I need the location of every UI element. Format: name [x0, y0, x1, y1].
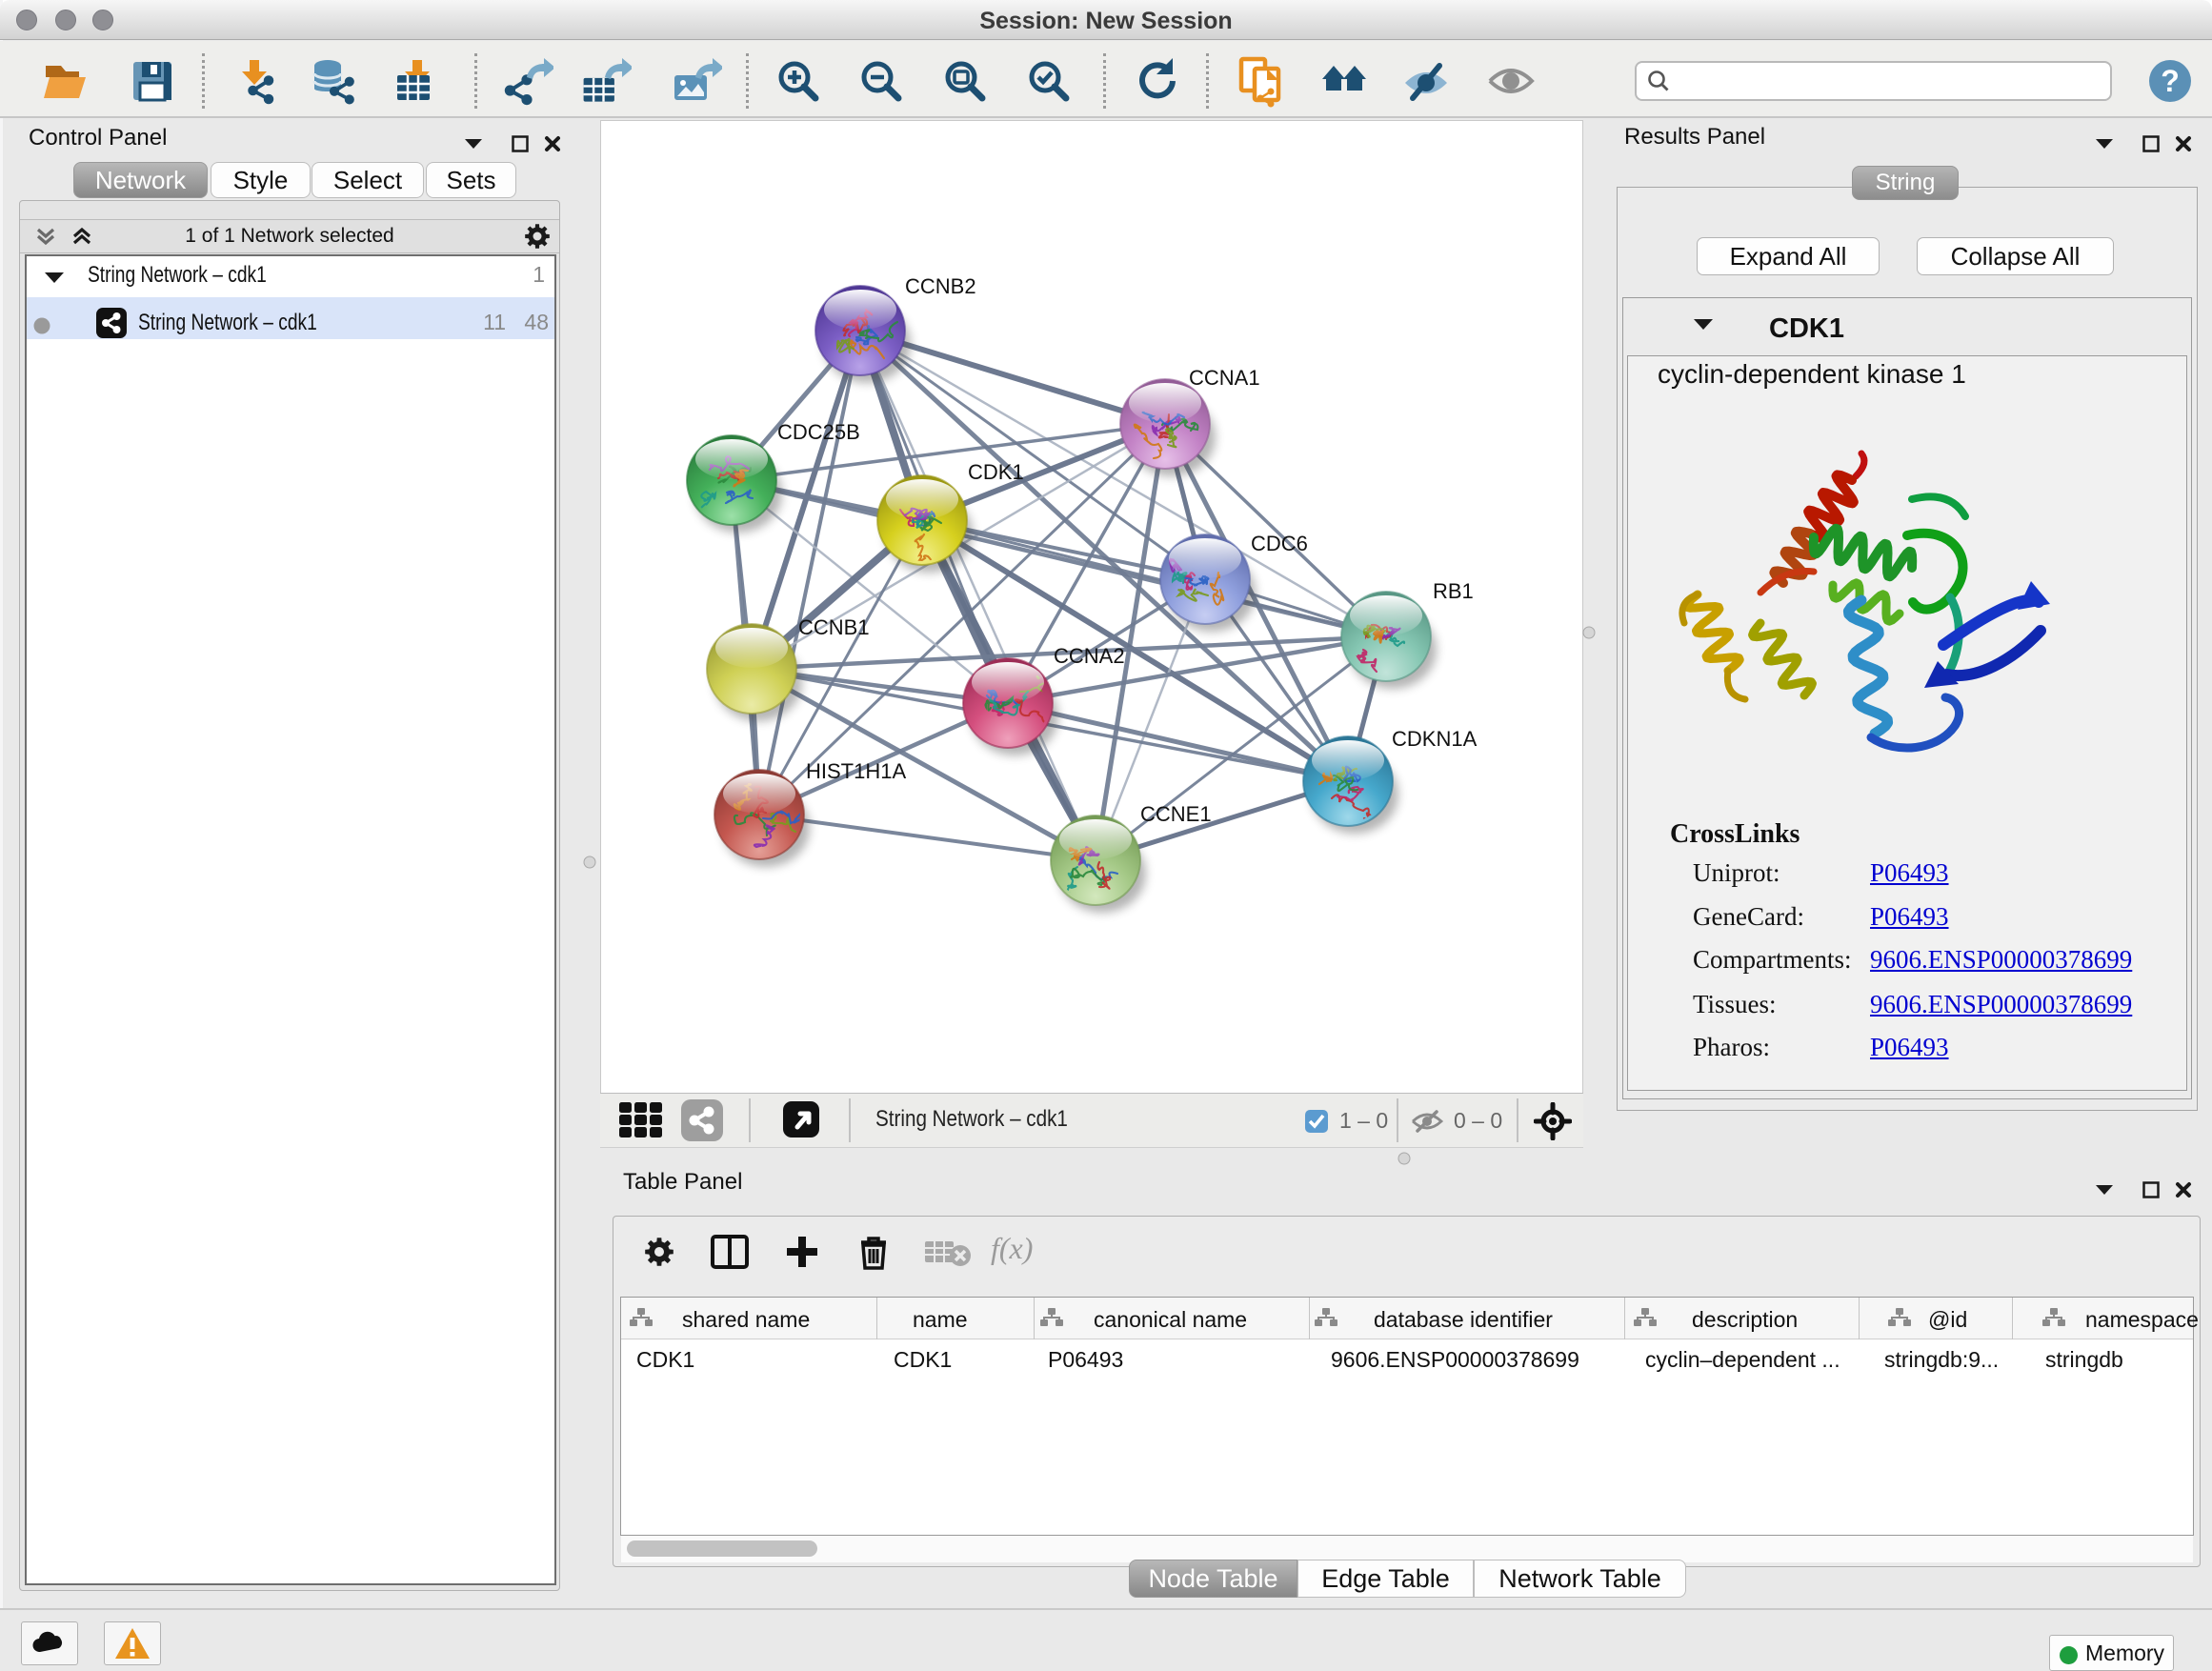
svg-text:CCNE1: CCNE1 — [1140, 802, 1212, 826]
svg-text:CDK1: CDK1 — [968, 460, 1024, 484]
svg-text:?: ? — [2161, 64, 2180, 98]
svg-text:CCNB1: CCNB1 — [798, 615, 870, 639]
svg-text:CCNB2: CCNB2 — [905, 274, 976, 298]
svg-text:CCNA1: CCNA1 — [1189, 366, 1260, 390]
svg-text:CCNA2: CCNA2 — [1054, 644, 1125, 668]
svg-text:RB1: RB1 — [1433, 579, 1474, 603]
svg-text:HIST1H1A: HIST1H1A — [806, 759, 906, 783]
svg-text:CDC25B: CDC25B — [777, 420, 860, 444]
svg-text:CDKN1A: CDKN1A — [1392, 727, 1478, 751]
svg-text:CDC6: CDC6 — [1251, 532, 1308, 555]
